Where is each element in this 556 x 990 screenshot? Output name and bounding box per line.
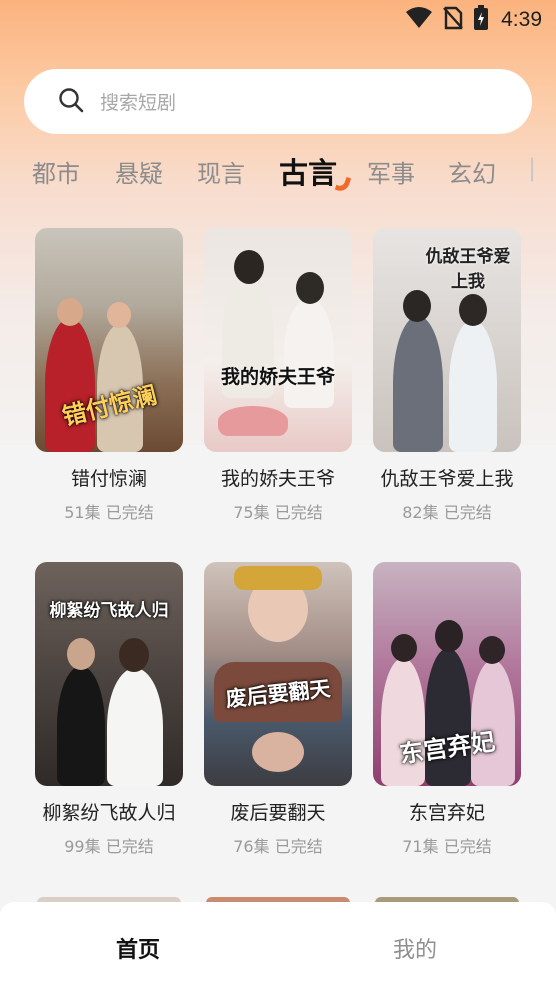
- drama-poster[interactable]: 东宫弃妃: [373, 562, 521, 786]
- episode-count: 76集: [233, 837, 270, 856]
- nav-home[interactable]: 首页: [116, 932, 160, 964]
- drama-poster[interactable]: 废后要翻天: [204, 562, 352, 786]
- search-input[interactable]: 搜索短剧: [100, 88, 176, 115]
- poster-title: 仇敌王爷爱上我: [425, 247, 511, 292]
- drama-card[interactable]: 东宫弃妃 东宫弃妃 71集 已完结: [373, 562, 521, 857]
- episode-count: 51集: [64, 503, 101, 522]
- completion-status: 已完结: [105, 503, 154, 522]
- nav-mine[interactable]: 我的: [393, 932, 437, 964]
- drama-title[interactable]: 东宫弃妃: [373, 798, 521, 825]
- tab-dushi[interactable]: 都市: [32, 154, 80, 189]
- poster-figure: [425, 648, 471, 786]
- poster-figure: [284, 298, 334, 408]
- bottom-navigation: 首页 我的: [0, 902, 556, 990]
- completion-status: 已完结: [105, 837, 154, 856]
- poster-figure-head: [252, 732, 304, 772]
- poster-figure-head: [296, 272, 324, 304]
- drama-meta: 82集 已完结: [373, 499, 521, 523]
- poster-figure-head: [67, 638, 95, 670]
- drama-meta: 75集 已完结: [204, 499, 352, 523]
- drama-card[interactable]: 柳絮纷飞故人归 柳絮纷飞故人归 99集 已完结: [35, 562, 183, 857]
- poster-crown: [234, 566, 322, 590]
- poster-figure: [57, 666, 105, 786]
- completion-status: 已完结: [443, 837, 492, 856]
- poster-umbrella: [218, 406, 288, 436]
- completion-status: 已完结: [274, 837, 323, 856]
- drama-title[interactable]: 废后要翻天: [204, 798, 352, 825]
- episode-count: 71集: [402, 837, 439, 856]
- drama-card[interactable]: 废后要翻天 废后要翻天 76集 已完结: [204, 562, 352, 857]
- poster-figure-head: [479, 636, 505, 664]
- drama-poster[interactable]: 错付惊澜: [35, 228, 183, 452]
- poster-figure: [107, 668, 163, 786]
- drama-card[interactable]: 我的娇夫王爷 我的娇夫王爷 75集 已完结: [204, 228, 352, 523]
- drama-poster[interactable]: 仇敌王爷爱上我: [373, 228, 521, 452]
- search-bar[interactable]: 搜索短剧: [24, 69, 532, 134]
- completion-status: 已完结: [274, 503, 323, 522]
- tab-overflow-hint: |: [528, 154, 537, 182]
- tab-xianyan[interactable]: 现言: [197, 154, 245, 189]
- search-icon: [58, 87, 84, 117]
- poster-figure-head: [459, 294, 487, 326]
- no-sim-icon: [443, 6, 464, 34]
- poster-title: 我的娇夫王爷: [220, 366, 335, 388]
- tab-junshi[interactable]: 军事: [367, 154, 415, 189]
- drama-title[interactable]: 仇敌王爷爱上我: [373, 464, 521, 491]
- battery-charging-icon: [473, 5, 489, 35]
- poster-figure-head: [234, 250, 264, 284]
- drama-meta: 76集 已完结: [204, 833, 352, 857]
- completion-status: 已完结: [443, 503, 492, 522]
- poster-figure-head: [435, 620, 463, 652]
- poster-figure-head: [119, 638, 149, 672]
- drama-meta: 71集 已完结: [373, 833, 521, 857]
- tab-xuanyi[interactable]: 悬疑: [115, 154, 163, 189]
- poster-figure-head: [403, 290, 431, 322]
- drama-title[interactable]: 我的娇夫王爷: [204, 464, 352, 491]
- poster-figure-head: [391, 634, 417, 662]
- episode-count: 99集: [64, 837, 101, 856]
- poster-figure-head: [57, 298, 83, 326]
- category-tabs: 都市 悬疑 现言 古言 军事 玄幻 |: [0, 150, 556, 196]
- poster-title: 柳絮纷飞故人归: [49, 601, 169, 621]
- tab-xuanhuan[interactable]: 玄幻: [448, 154, 496, 189]
- status-bar: 4:39: [0, 0, 556, 40]
- drama-title[interactable]: 错付惊澜: [35, 464, 183, 491]
- status-time: 4:39: [501, 8, 542, 31]
- drama-meta: 51集 已完结: [35, 499, 183, 523]
- poster-figure-head: [107, 302, 131, 328]
- drama-title[interactable]: 柳絮纷飞故人归: [35, 798, 183, 825]
- wifi-icon: [405, 7, 433, 33]
- drama-card[interactable]: 错付惊澜 错付惊澜 51集 已完结: [35, 228, 183, 523]
- drama-poster[interactable]: 柳絮纷飞故人归: [35, 562, 183, 786]
- poster-figure: [393, 316, 443, 452]
- tab-guyan[interactable]: 古言: [279, 150, 337, 192]
- drama-card[interactable]: 仇敌王爷爱上我 仇敌王爷爱上我 82集 已完结: [373, 228, 521, 523]
- episode-count: 75集: [233, 503, 270, 522]
- episode-count: 82集: [402, 503, 439, 522]
- drama-poster[interactable]: 我的娇夫王爷: [204, 228, 352, 452]
- poster-figure: [449, 320, 497, 452]
- drama-meta: 99集 已完结: [35, 833, 183, 857]
